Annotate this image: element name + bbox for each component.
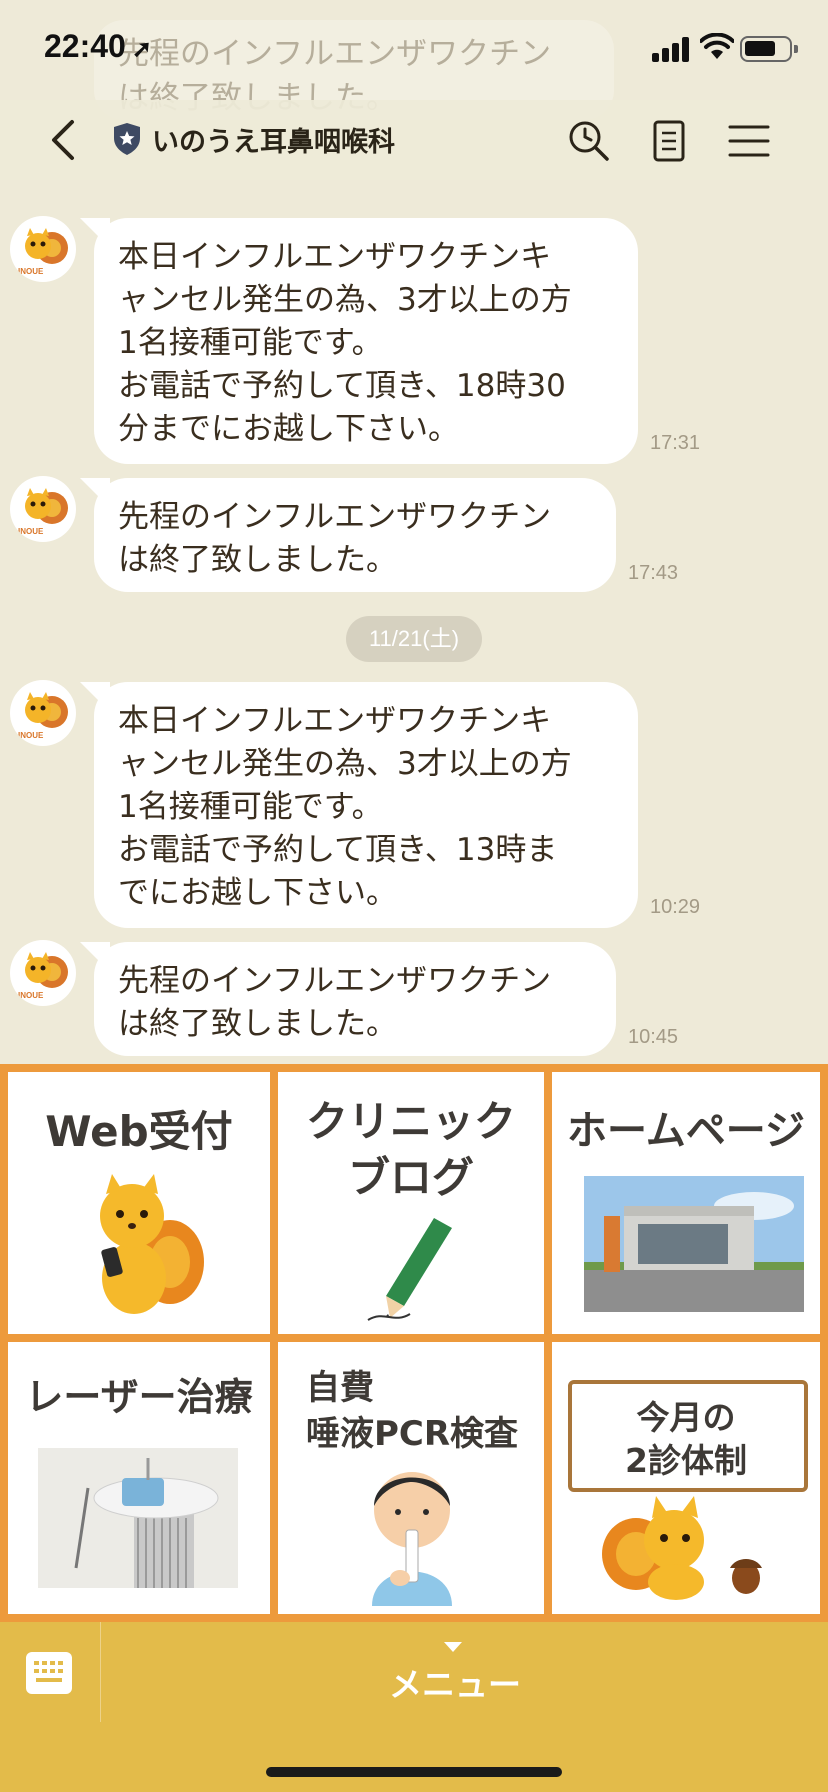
svg-text:INOUE: INOUE: [18, 731, 44, 740]
clinic-avatar[interactable]: INOUE: [10, 940, 76, 1006]
person-spitting-illustration-icon: [372, 1472, 452, 1606]
bottom-menu-bar: メニュー: [0, 1622, 828, 1792]
svg-text:INOUE: INOUE: [18, 991, 44, 1000]
pcr-test-tile[interactable]: 自費 唾液PCR検査: [278, 1342, 544, 1614]
clinic-building-photo: [584, 1176, 804, 1312]
laser-treatment-tile[interactable]: レーザー治療: [8, 1342, 270, 1614]
message-bubble[interactable]: 本日インフルエンザワクチンキ ャンセル発生の為、3才以上の方 1名接種可能です。…: [94, 682, 638, 928]
message-bubble[interactable]: 本日インフルエンザワクチンキ ャンセル発生の為、3才以上の方 1名接種可能です。…: [94, 218, 638, 464]
keyboard-toggle-icon[interactable]: [26, 1652, 72, 1694]
svg-text:INOUE: INOUE: [18, 267, 44, 276]
hamburger-menu-icon[interactable]: [726, 118, 772, 164]
message-bubble[interactable]: 先程のインフルエンザワクチン は終了致しました。: [94, 942, 616, 1056]
message-time: 17:43: [628, 562, 679, 584]
web-reception-tile[interactable]: Web受付: [8, 1072, 270, 1334]
squirrel-phone-illustration-icon: [100, 1174, 204, 1314]
tile-label: ホームページ: [567, 1108, 805, 1154]
shield-star-icon: [114, 123, 140, 155]
search-icon[interactable]: [566, 118, 612, 164]
status-bar: 22:40 ➚: [0, 0, 828, 100]
tile-label: Web受付: [45, 1107, 233, 1156]
squirrel-mascot-icon: INOUE: [18, 692, 68, 740]
chat-header: いのうえ耳鼻咽喉科: [0, 100, 828, 180]
squirrel-mascot-icon: INOUE: [18, 488, 68, 536]
notes-icon[interactable]: [646, 118, 692, 164]
wifi-icon: [700, 33, 734, 59]
clinic-blog-tile[interactable]: クリニック ブログ: [278, 1072, 544, 1334]
tile-label: レーザー治療: [25, 1375, 253, 1419]
tile-label: 今月の 2診体制: [625, 1398, 747, 1480]
tile-label: 自費: [306, 1368, 374, 1408]
laser-device-photo: [38, 1448, 238, 1588]
message-time: 10:29: [650, 896, 701, 918]
rich-menu: Web受付 クリニック ブログ ホームページ レーザー治療 自費 唾液PCR検査…: [0, 1064, 828, 1622]
cellular-signal-icon: [652, 36, 692, 62]
clinic-avatar[interactable]: INOUE: [10, 476, 76, 542]
tile-label: クリニック ブログ: [305, 1097, 516, 1202]
back-chevron-icon[interactable]: [44, 118, 84, 162]
location-arrow-icon: ➚: [131, 36, 152, 63]
date-separator: 11/21(土): [346, 616, 482, 662]
squirrel-acorn-illustration-icon: [602, 1496, 762, 1600]
homepage-tile[interactable]: ホームページ: [552, 1072, 820, 1334]
caret-down-icon[interactable]: [444, 1642, 462, 1652]
status-time: 22:40 ➚: [44, 28, 152, 64]
home-indicator[interactable]: [266, 1767, 562, 1777]
pencil-illustration-icon: [367, 1218, 452, 1321]
message-time: 17:31: [650, 432, 701, 454]
clinic-avatar[interactable]: INOUE: [10, 216, 76, 282]
tile-label: 唾液PCR検査: [306, 1414, 519, 1454]
svg-text:INOUE: INOUE: [18, 527, 44, 536]
chat-title: いのうえ耳鼻咽喉科: [152, 127, 395, 158]
message-bubble[interactable]: 先程のインフルエンザワクチン は終了致しました。: [94, 478, 616, 592]
message-time: 10:45: [628, 1026, 679, 1048]
squirrel-mascot-icon: INOUE: [18, 952, 68, 1000]
divider: [100, 1622, 101, 1722]
battery-icon: [740, 36, 798, 62]
clinic-avatar[interactable]: INOUE: [10, 680, 76, 746]
squirrel-mascot-icon: INOUE: [18, 228, 68, 276]
monthly-schedule-tile[interactable]: 今月の 2診体制: [552, 1342, 820, 1614]
menu-toggle-button[interactable]: メニュー: [360, 1658, 550, 1706]
